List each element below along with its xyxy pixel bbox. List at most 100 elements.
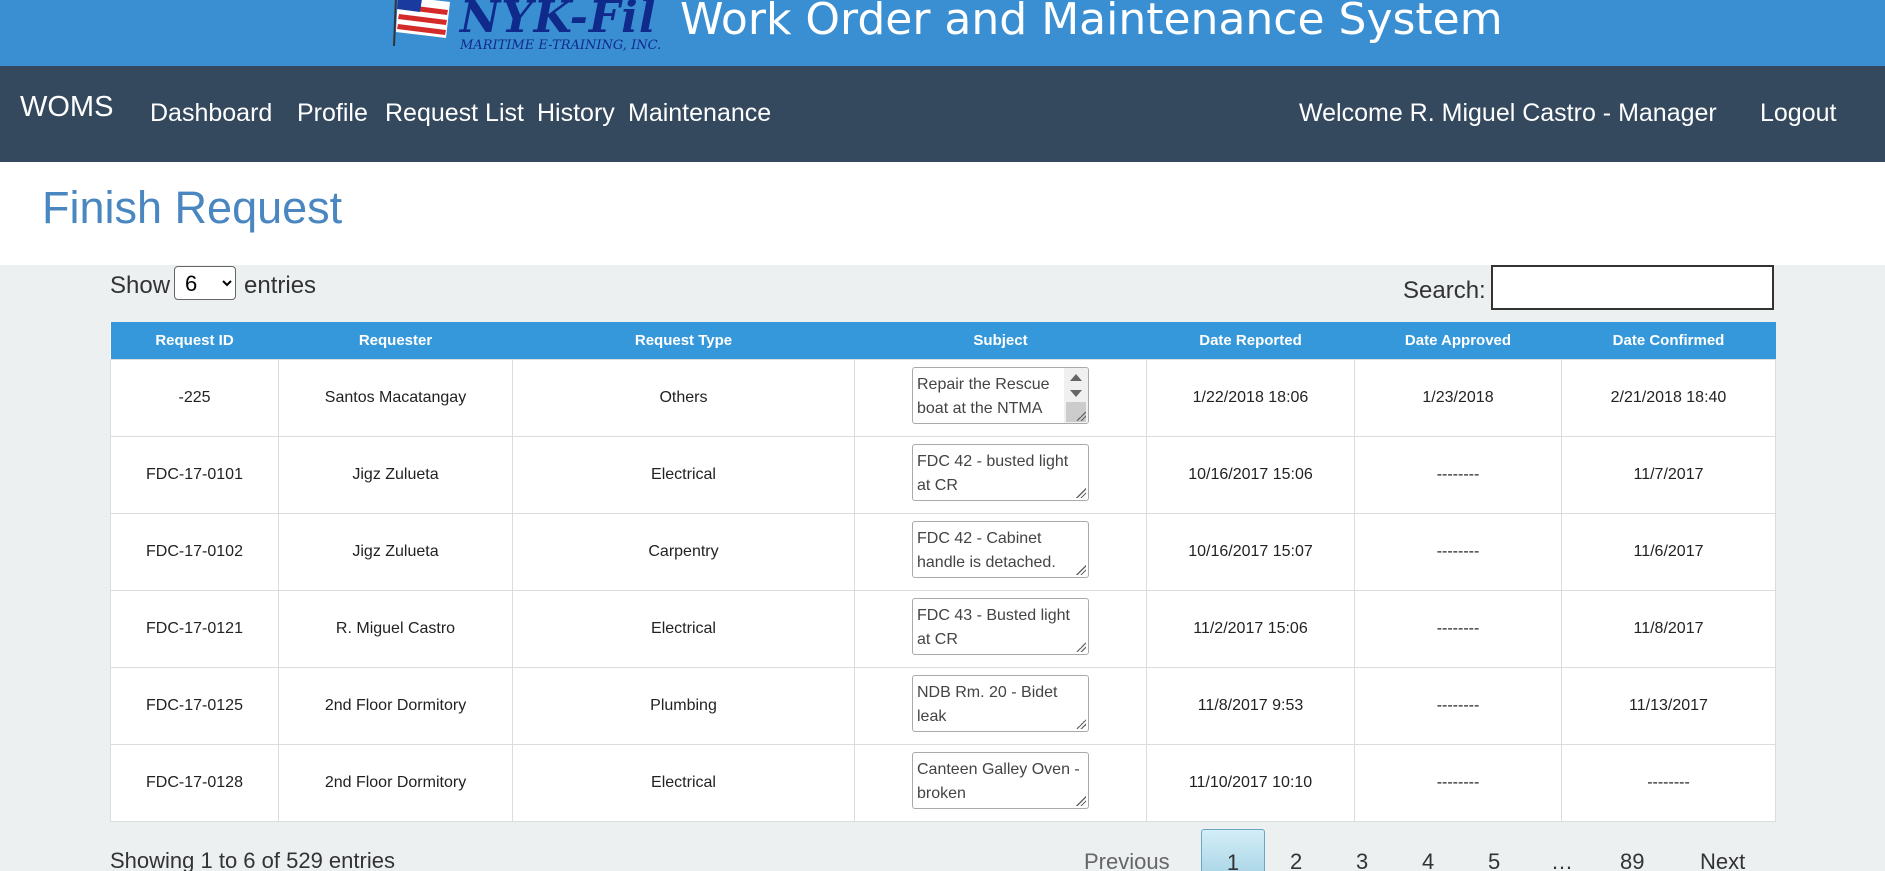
page-button-4[interactable]: 4 — [1422, 849, 1434, 871]
logo-wordmark: NYK-Fil — [460, 0, 657, 43]
cell-date-approved: -------- — [1354, 435, 1562, 514]
page-button-3[interactable]: 3 — [1356, 849, 1368, 871]
cell-date-reported: 11/10/2017 10:10 — [1146, 743, 1355, 822]
column-header-date-confirmed[interactable]: Date Confirmed — [1562, 322, 1776, 359]
cell-date-reported: 10/16/2017 15:06 — [1146, 435, 1355, 514]
column-header-date-approved[interactable]: Date Approved — [1355, 322, 1562, 359]
cell-date-confirmed: 2/21/2018 18:40 — [1561, 358, 1776, 437]
scroll-down-icon[interactable] — [1070, 389, 1082, 397]
cell-date-confirmed: -------- — [1561, 743, 1776, 822]
next-page-button[interactable]: Next — [1700, 849, 1745, 871]
top-banner: NYK-Fil MARITIME E-TRAINING, INC. Work O… — [0, 0, 1885, 66]
cell-requester: Santos Macatangay — [278, 358, 513, 437]
page-button-1[interactable]: 1 — [1201, 829, 1265, 871]
cell-date-confirmed: 11/6/2017 — [1561, 512, 1776, 591]
subject-textarea[interactable]: Canteen Galley Oven - broken — [912, 751, 1089, 809]
previous-page-button[interactable]: Previous — [1084, 849, 1170, 871]
cell-request-type: Carpentry — [512, 512, 855, 591]
cell-date-approved: -------- — [1354, 666, 1562, 745]
subject-text: NDB Rm. 20 - Bidet leak — [917, 683, 1058, 725]
cell-subject: FDC 42 - busted light at CR — [854, 435, 1147, 514]
brand-link[interactable]: WOMS — [20, 90, 113, 124]
company-logo: NYK-Fil MARITIME E-TRAINING, INC. — [392, 0, 662, 60]
cell-request-id: FDC-17-0125 — [110, 666, 279, 745]
subject-text: FDC 42 - busted light at CR — [917, 452, 1069, 494]
subject-textarea[interactable]: FDC 43 - Busted light at CR — [912, 597, 1089, 655]
entries-select[interactable]: 6 — [174, 266, 236, 300]
subject-textarea[interactable]: NDB Rm. 20 - Bidet leak — [912, 674, 1089, 732]
table-row[interactable]: FDC-17-0101 Jigz Zulueta Electrical FDC … — [110, 435, 1776, 514]
cell-date-reported: 11/8/2017 9:53 — [1146, 666, 1355, 745]
cell-request-type: Others — [512, 358, 855, 437]
subject-text: Repair the Rescue boat at the NTMA — [917, 375, 1050, 417]
page-header: Finish Request — [0, 162, 1885, 265]
column-header-requester[interactable]: Requester — [279, 322, 513, 359]
table-row[interactable]: FDC-17-0121 R. Miguel Castro Electrical … — [110, 589, 1776, 668]
nav-maintenance[interactable]: Maintenance — [628, 98, 771, 128]
cell-requester: R. Miguel Castro — [278, 589, 513, 668]
nav-dashboard[interactable]: Dashboard — [150, 98, 272, 128]
requests-table: Request ID Requester Request Type Subjec… — [110, 322, 1776, 822]
cell-requester: Jigz Zulueta — [278, 435, 513, 514]
cell-date-approved: -------- — [1354, 743, 1562, 822]
flag-icon — [393, 0, 450, 46]
resize-handle-icon[interactable] — [1076, 410, 1086, 421]
column-header-date-reported[interactable]: Date Reported — [1147, 322, 1355, 359]
subject-text: FDC 43 - Busted light at CR — [917, 606, 1070, 648]
resize-handle-icon[interactable] — [1076, 718, 1086, 729]
cell-request-id: FDC-17-0128 — [110, 743, 279, 822]
cell-date-confirmed: 11/7/2017 — [1561, 435, 1776, 514]
cell-date-reported: 11/2/2017 15:06 — [1146, 589, 1355, 668]
cell-date-confirmed: 11/13/2017 — [1561, 666, 1776, 745]
cell-request-id: FDC-17-0121 — [110, 589, 279, 668]
subject-textarea[interactable]: FDC 42 - busted light at CR — [912, 443, 1089, 501]
cell-requester: 2nd Floor Dormitory — [278, 743, 513, 822]
page-button-5[interactable]: 5 — [1488, 849, 1500, 871]
resize-handle-icon[interactable] — [1076, 487, 1086, 498]
logo-subtext: MARITIME E-TRAINING, INC. — [460, 38, 662, 53]
cell-date-approved: -------- — [1354, 589, 1562, 668]
cell-date-approved: 1/23/2018 — [1354, 358, 1562, 437]
cell-date-reported: 10/16/2017 15:07 — [1146, 512, 1355, 591]
search-input[interactable] — [1491, 265, 1774, 310]
subject-text: FDC 42 - Cabinet handle is detached. — [917, 529, 1056, 571]
logout-link[interactable]: Logout — [1760, 98, 1836, 128]
table-row[interactable]: FDC-17-0128 2nd Floor Dormitory Electric… — [110, 743, 1776, 822]
page-button-89[interactable]: 89 — [1620, 849, 1644, 871]
cell-subject: FDC 42 - Cabinet handle is detached. — [854, 512, 1147, 591]
cell-date-confirmed: 11/8/2017 — [1561, 589, 1776, 668]
main-navbar: WOMS Dashboard Profile Request List Hist… — [0, 66, 1885, 162]
column-header-subject[interactable]: Subject — [855, 322, 1147, 359]
cell-date-reported: 1/22/2018 18:06 — [1146, 358, 1355, 437]
subject-textarea[interactable]: FDC 42 - Cabinet handle is detached. — [912, 520, 1089, 578]
entries-label: entries — [244, 272, 317, 299]
resize-handle-icon[interactable] — [1076, 641, 1086, 652]
search-label: Search: — [1403, 277, 1486, 304]
cell-subject: Canteen Galley Oven - broken — [854, 743, 1147, 822]
cell-subject: FDC 43 - Busted light at CR — [854, 589, 1147, 668]
subject-textarea[interactable]: Repair the Rescue boat at the NTMA — [912, 366, 1089, 424]
page-ellipsis: … — [1551, 849, 1573, 871]
cell-date-approved: -------- — [1354, 512, 1562, 591]
nav-profile[interactable]: Profile — [297, 98, 368, 128]
nav-history[interactable]: History — [537, 98, 615, 128]
table-row[interactable]: -225 Santos Macatangay Others Repair the… — [110, 358, 1776, 437]
nav-request-list[interactable]: Request List — [385, 98, 524, 128]
scroll-up-icon[interactable] — [1070, 373, 1082, 381]
subject-text: Canteen Galley Oven - broken — [917, 760, 1080, 802]
column-header-request-type[interactable]: Request Type — [513, 322, 855, 359]
resize-handle-icon[interactable] — [1076, 564, 1086, 575]
page-button-2[interactable]: 2 — [1290, 849, 1302, 871]
column-header-request-id[interactable]: Request ID — [111, 322, 279, 359]
welcome-user[interactable]: Welcome R. Miguel Castro - Manager — [1299, 98, 1717, 128]
cell-request-type: Electrical — [512, 589, 855, 668]
table-row[interactable]: FDC-17-0125 2nd Floor Dormitory Plumbing… — [110, 666, 1776, 745]
cell-requester: 2nd Floor Dormitory — [278, 666, 513, 745]
table-row[interactable]: FDC-17-0102 Jigz Zulueta Carpentry FDC 4… — [110, 512, 1776, 591]
cell-request-id: FDC-17-0102 — [110, 512, 279, 591]
cell-requester: Jigz Zulueta — [278, 512, 513, 591]
resize-handle-icon[interactable] — [1076, 795, 1086, 806]
page-title: Finish Request — [42, 182, 343, 233]
cell-subject: Repair the Rescue boat at the NTMA — [854, 358, 1147, 437]
cell-request-id: -225 — [110, 358, 279, 437]
